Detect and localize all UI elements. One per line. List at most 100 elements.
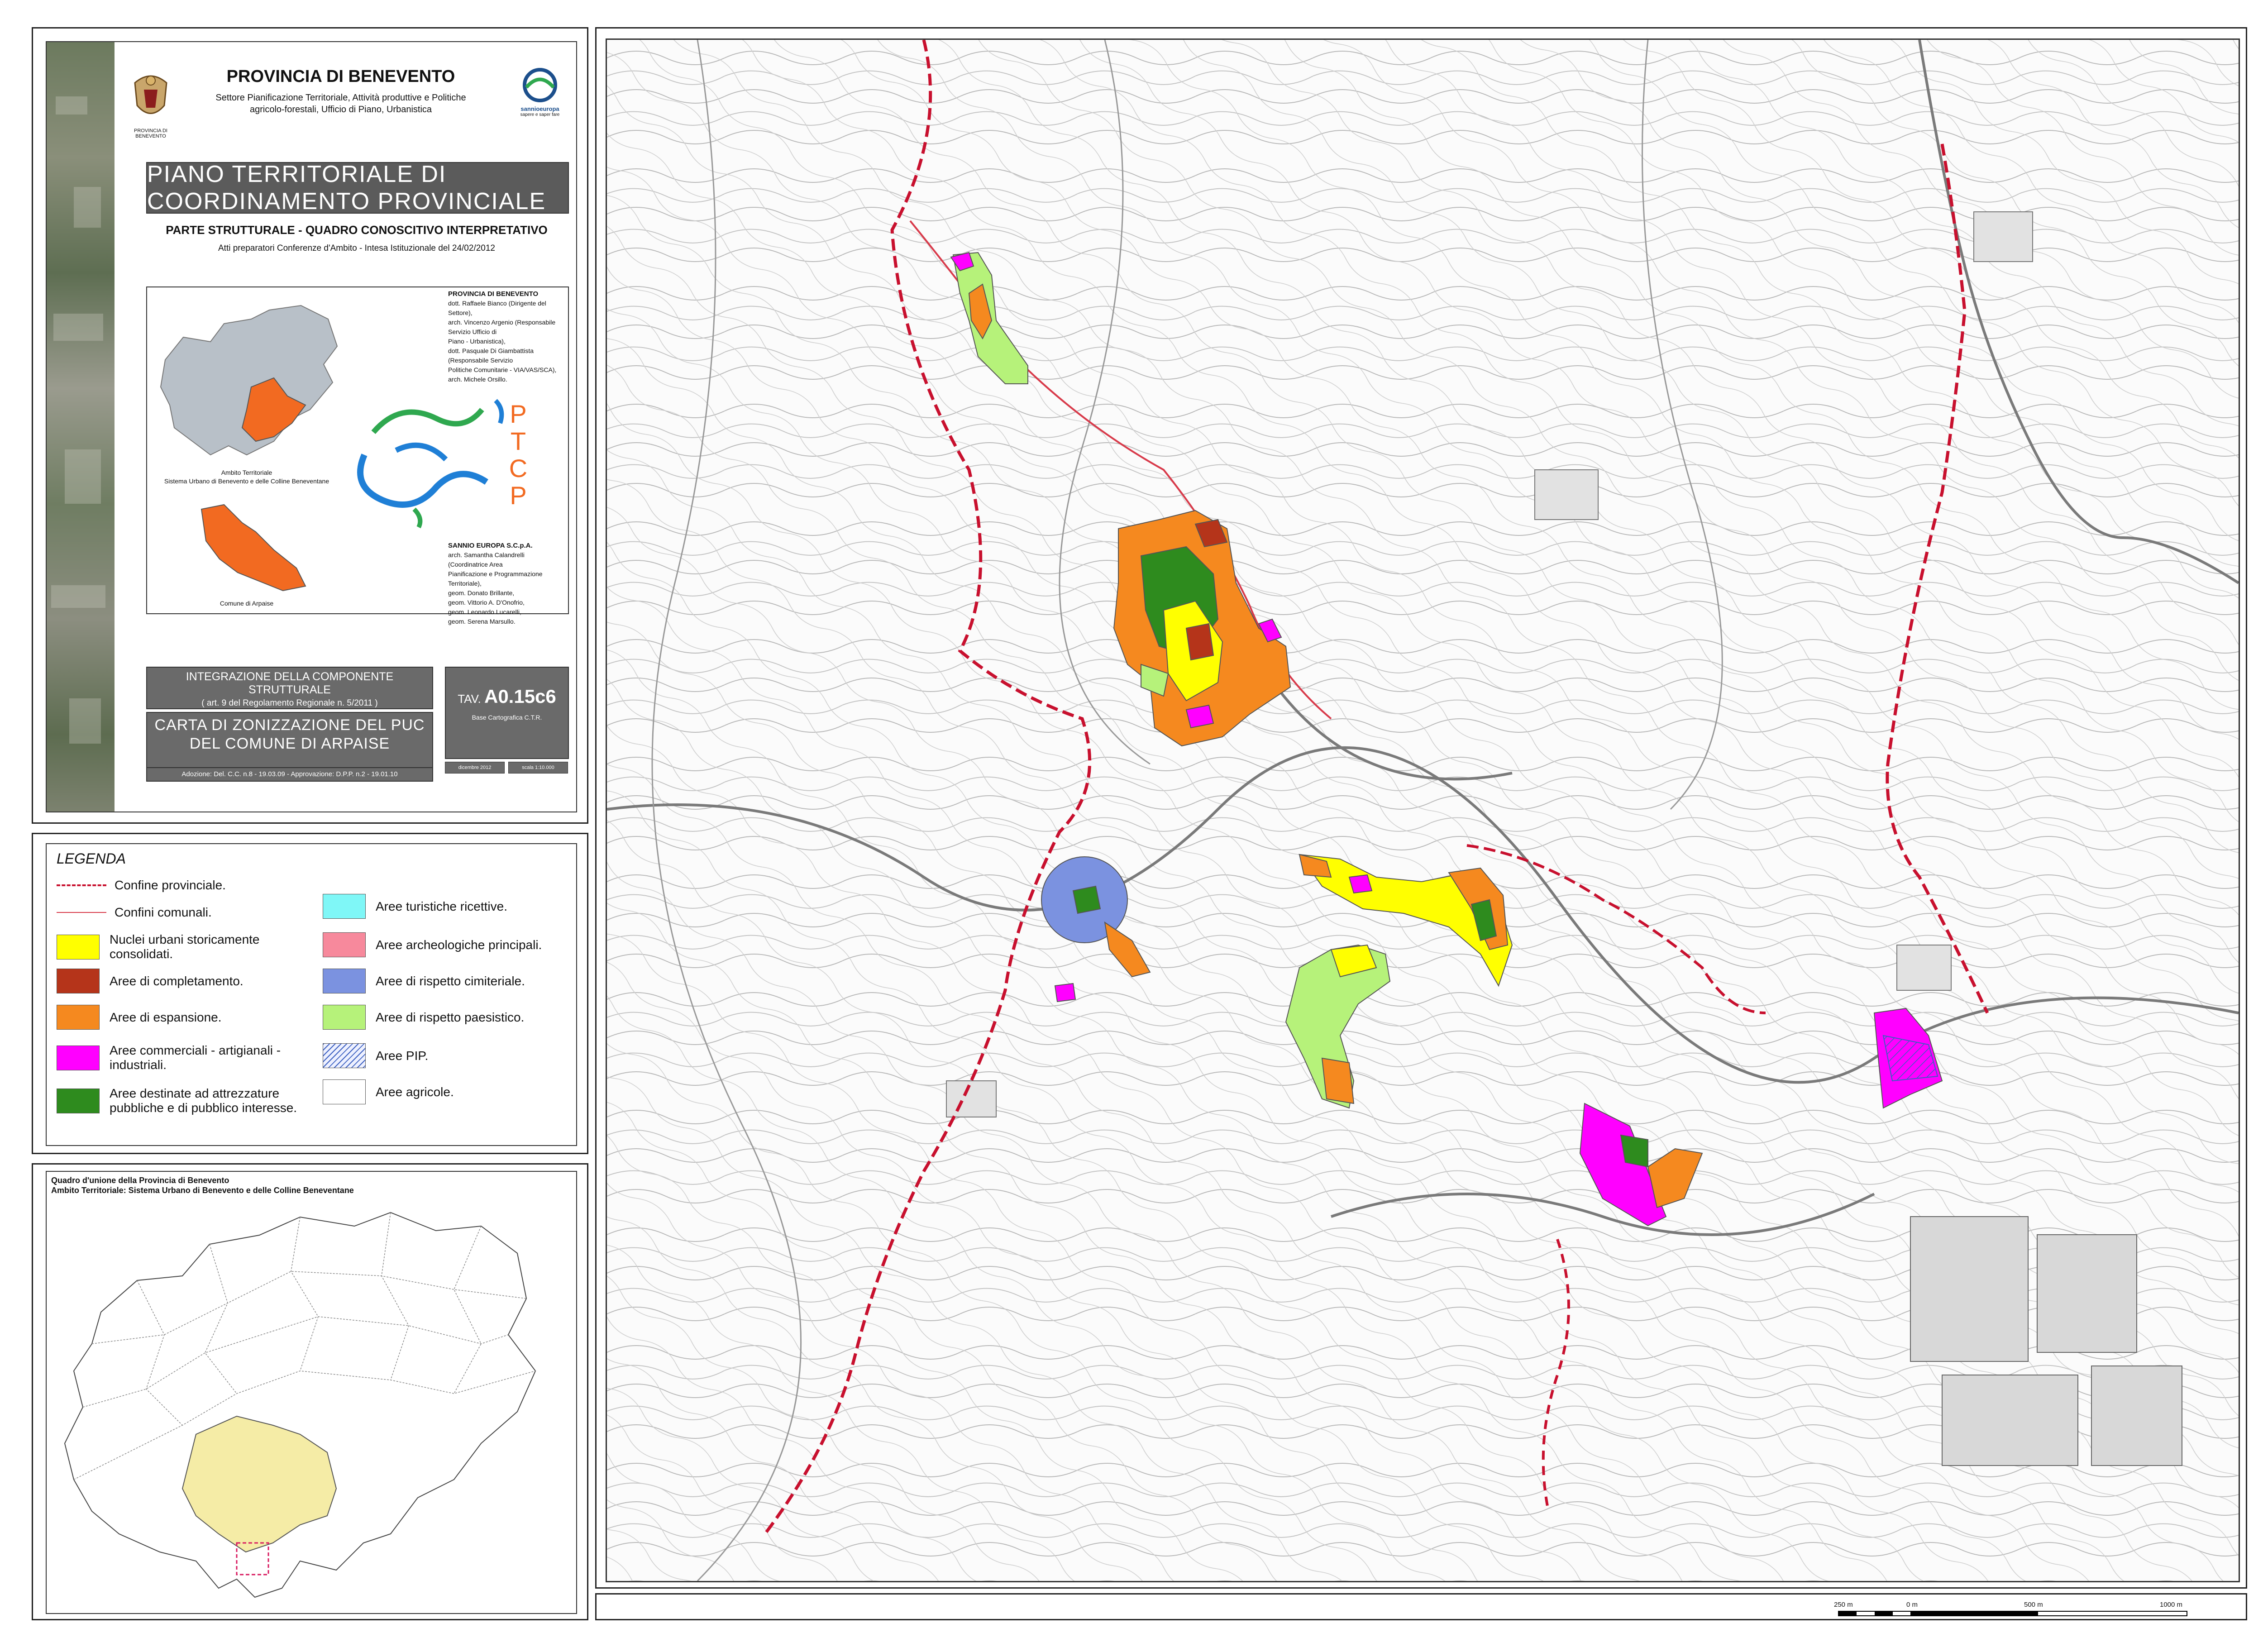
paesistico-swatch	[323, 1005, 366, 1030]
comune-label: Comune di Arpaise	[220, 600, 274, 607]
zoning-map-canvas[interactable]	[607, 40, 2239, 1581]
overview-panel: Quadro d'unione della Provincia di Benev…	[32, 1163, 588, 1620]
legend-label: Nuclei urbani storicamente consolidati.	[110, 932, 260, 961]
ptcp-letter-p2: P	[510, 481, 527, 510]
credit-person: arch. Samantha Calandrelli (Coordinatric…	[448, 551, 525, 568]
tavola-box: TAV. A0.15c6 Base Cartografica C.T.R.	[445, 667, 569, 759]
archeologiche-swatch	[323, 932, 366, 957]
legend-item-agricole: Aree agricole.	[323, 1079, 567, 1104]
legend-item-pip: Aree PIP.	[323, 1043, 567, 1068]
legend-label: Aree commerciali - artigianali - industr…	[110, 1043, 281, 1072]
credit-person: Pianificazione e Programmazione Territor…	[448, 570, 543, 587]
legend-label: Aree di rispetto cimiteriale.	[376, 974, 525, 988]
credits-org-provincia: PROVINCIA DI BENEVENTO	[448, 290, 539, 298]
completamento-swatch	[57, 969, 100, 993]
title-sheet-frame: PROVINCIA DI BENEVENTO PROVINCIA DI BENE…	[46, 41, 577, 812]
credit-person: arch. Vincenzo Argenio (Responsabile Ser…	[448, 319, 556, 335]
credit-person: dott. Raffaele Bianco (Dirigente del Set…	[448, 300, 546, 316]
legend-frame: LEGENDA Confine provinciale. Confini com…	[46, 843, 577, 1146]
pip-swatch	[323, 1043, 366, 1068]
ptcp-letter-t: T	[510, 427, 526, 455]
map-panel	[595, 27, 2247, 1589]
zoning-map[interactable]	[606, 38, 2240, 1582]
title-sheet: PROVINCIA DI BENEVENTO PROVINCIA DI BENE…	[32, 27, 588, 824]
settore-line-1: Settore Pianificazione Territoriale, Att…	[215, 93, 466, 103]
overview-title: Quadro d'unione della Provincia di Benev…	[51, 1175, 354, 1195]
legend-label: Aree turistiche ricettive.	[376, 899, 507, 913]
legend-item-cimiteriale: Aree di rispetto cimiteriale.	[323, 969, 567, 993]
carta-title-box: CARTA DI ZONIZZAZIONE DEL PUC DEL COMUNE…	[146, 712, 433, 768]
tavola-scale: scala 1:10.000	[508, 762, 568, 773]
credit-person: geom. Donato Brillante,	[448, 589, 515, 597]
legend-panel: LEGENDA Confine provinciale. Confini com…	[32, 833, 588, 1154]
scale-label: 0 m	[1906, 1601, 1918, 1609]
settore-text: Settore Pianificazione Territoriale, Att…	[196, 92, 486, 115]
integrazione-line-2: ( art. 9 del Regolamento Regionale n. 5/…	[201, 698, 378, 708]
credit-person: dott. Pasquale Di Giambattista (Responsa…	[448, 347, 534, 364]
sannio-logo-tagline: sapere e saper fare	[520, 112, 560, 117]
legend-title: LEGENDA	[57, 850, 126, 867]
credits-provincia: PROVINCIA DI BENEVENTO dott. Raffaele Bi…	[448, 289, 566, 384]
credit-person: Piano - Urbanistica),	[448, 338, 506, 345]
info-box: Ambito Territoriale Sistema Urbano di Be…	[146, 286, 569, 625]
integrazione-box: INTEGRAZIONE DELLA COMPONENTE STRUTTURAL…	[146, 667, 433, 709]
credits-sannio: SANNIO EUROPA S.C.p.A. arch. Samantha Ca…	[448, 541, 566, 626]
legend-label: Aree destinate ad attrezzature pubbliche…	[110, 1086, 297, 1115]
legend-item-confini-comunali: Confini comunali.	[57, 905, 212, 920]
settore-line-2: agricolo-forestali, Ufficio di Piano, Ur…	[249, 105, 432, 115]
credits-org-sannio: SANNIO EUROPA S.C.p.A.	[448, 542, 533, 549]
legend-label: Aree archeologiche principali.	[376, 937, 542, 952]
comune-arpaise-shape	[201, 504, 306, 592]
legend-label: Confine provinciale.	[115, 878, 226, 892]
legend-label: Aree PIP.	[376, 1048, 429, 1063]
ambito-label-2: Sistema Urbano di Benevento e delle Coll…	[164, 477, 329, 485]
credit-person: arch. Michele Orsillo.	[448, 376, 507, 383]
scale-label: 250 m	[1834, 1601, 1853, 1609]
atti-preparatori: Atti preparatori Conferenze d'Ambito - I…	[218, 244, 495, 253]
tavola-code: A0.15c6	[484, 686, 556, 707]
credit-person: geom. Serena Marsullo.	[448, 618, 516, 625]
credit-person: geom. Leonardo Lucarelli,	[448, 608, 521, 616]
legend-item-confine-provinciale: Confine provinciale.	[57, 878, 226, 893]
legend-item-turistiche: Aree turistiche ricettive.	[323, 894, 567, 919]
parte-strutturale-title: PARTE STRUTTURALE - QUADRO CONOSCITIVO I…	[166, 223, 548, 237]
province-crest-icon	[134, 75, 167, 114]
overview-title-1: Quadro d'unione della Provincia di Benev…	[51, 1176, 229, 1185]
confini-comunali-line-icon	[57, 912, 106, 913]
legend-label: Aree di completamento.	[110, 974, 243, 988]
tavola-prefix: TAV.	[458, 692, 481, 706]
sannio-logo-icon	[523, 68, 557, 102]
legend-label: Confini comunali.	[115, 905, 212, 919]
carta-line-2: DEL COMUNE DI ARPAISE	[189, 735, 390, 752]
ptcp-banner: PIANO TERRITORIALE DI COORDINAMENTO PROV…	[146, 161, 569, 215]
cimiteriale-swatch	[323, 969, 366, 993]
aerial-photo-strip	[47, 42, 115, 812]
base-cartografica: Base Cartografica C.T.R.	[472, 714, 542, 721]
scale-bar: 250 m 0 m 500 m 1000 m	[1834, 1601, 2196, 1619]
ambito-map	[160, 305, 338, 456]
agricole-swatch	[323, 1079, 366, 1104]
sannio-europa-logo: sannioeuropa sapere e saper fare	[513, 67, 567, 130]
storico-swatch	[57, 934, 100, 960]
legend-item-attrezzature: Aree destinate ad attrezzature pubbliche…	[57, 1086, 310, 1115]
credit-person: geom. Vittorio A. D'Onofrio,	[448, 599, 525, 606]
scale-bar-graphic	[1838, 1611, 2187, 1616]
confine-provinciale-line-icon	[57, 884, 106, 886]
overview-frame: Quadro d'unione della Provincia di Benev…	[46, 1171, 577, 1614]
scale-label: 500 m	[2024, 1601, 2043, 1609]
legend-item-storico: Nuclei urbani storicamente consolidati.	[57, 932, 301, 961]
legend-label: Aree di rispetto paesistico.	[376, 1010, 525, 1024]
province-overview-map	[64, 1212, 536, 1598]
ptcp-letter-c: C	[509, 454, 528, 482]
ptcp-letter-p1: P	[510, 400, 527, 428]
legend-item-paesistico: Aree di rispetto paesistico.	[323, 1005, 567, 1030]
credit-person: Politiche Comunitarie - VIA/VAS/SCA),	[448, 366, 557, 373]
adozione-text: Adozione: Del. C.C. n.8 - 19.03.09 - App…	[146, 768, 433, 782]
legend-item-espansione: Aree di espansione.	[57, 1005, 301, 1030]
carta-line-1: CARTA DI ZONIZZAZIONE DEL PUC	[154, 716, 425, 734]
commerciale-swatch	[57, 1045, 100, 1070]
legend-item-archeologiche: Aree archeologiche principali.	[323, 932, 567, 957]
legend-item-commerciale: Aree commerciali - artigianali - industr…	[57, 1043, 301, 1072]
attrezzature-swatch	[57, 1088, 100, 1113]
overview-title-2: Ambito Territoriale: Sistema Urbano di B…	[51, 1186, 354, 1195]
